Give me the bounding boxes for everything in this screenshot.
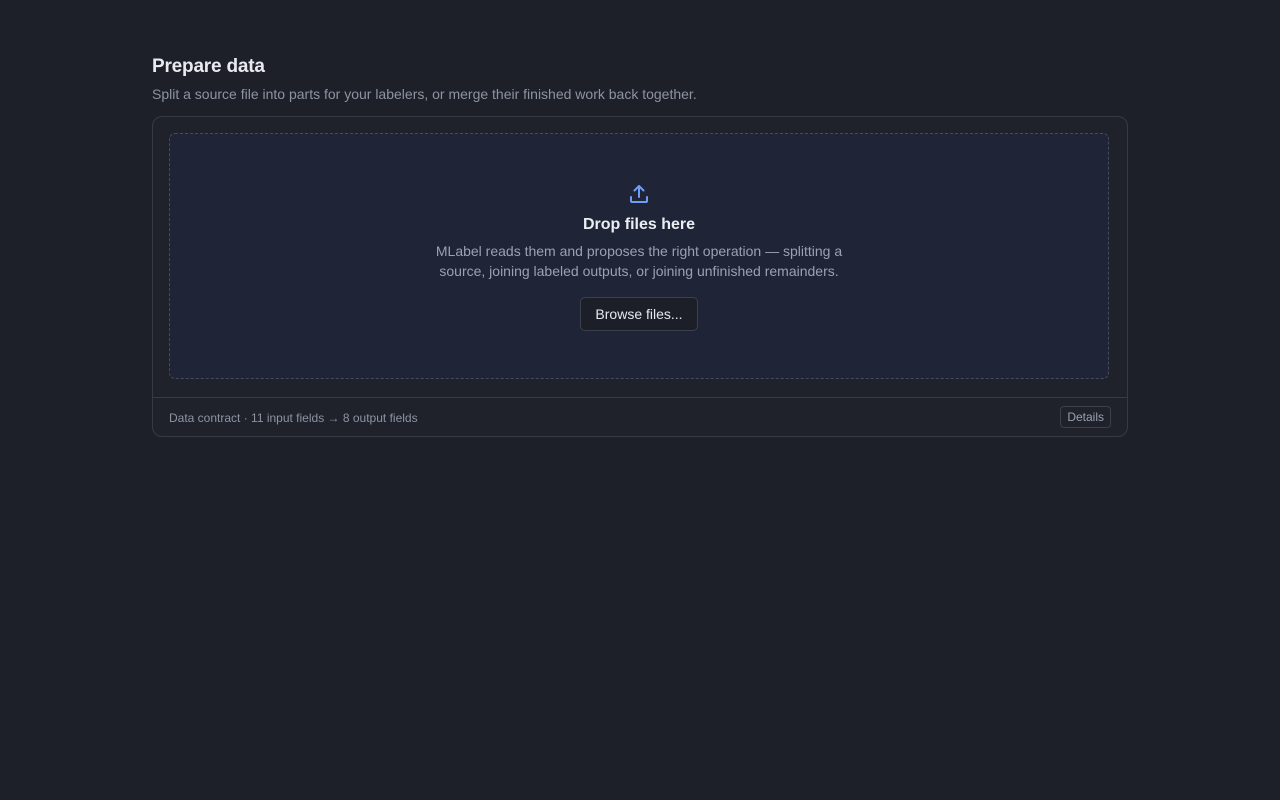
prepare-data-card: Drop files here MLabel reads them and pr… (152, 116, 1128, 437)
page-title: Prepare data (152, 56, 265, 77)
upload-icon (630, 185, 648, 203)
file-dropzone[interactable]: Drop files here MLabel reads them and pr… (169, 133, 1109, 379)
dropzone-title: Drop files here (582, 216, 696, 233)
dropzone-description: MLabel reads them and proposes the right… (435, 243, 843, 279)
details-button[interactable]: Details (1060, 406, 1111, 428)
data-contract-summary: Data contract · 11 input fields → 8 outp… (169, 411, 418, 425)
prepare-data-page: Prepare data Split a source file into pa… (152, 54, 1128, 437)
page-subtitle: Split a source file into parts for your … (152, 86, 697, 102)
data-contract-footer: Data contract · 11 input fields → 8 outp… (153, 397, 1127, 437)
browse-files-button[interactable]: Browse files... (580, 297, 698, 331)
